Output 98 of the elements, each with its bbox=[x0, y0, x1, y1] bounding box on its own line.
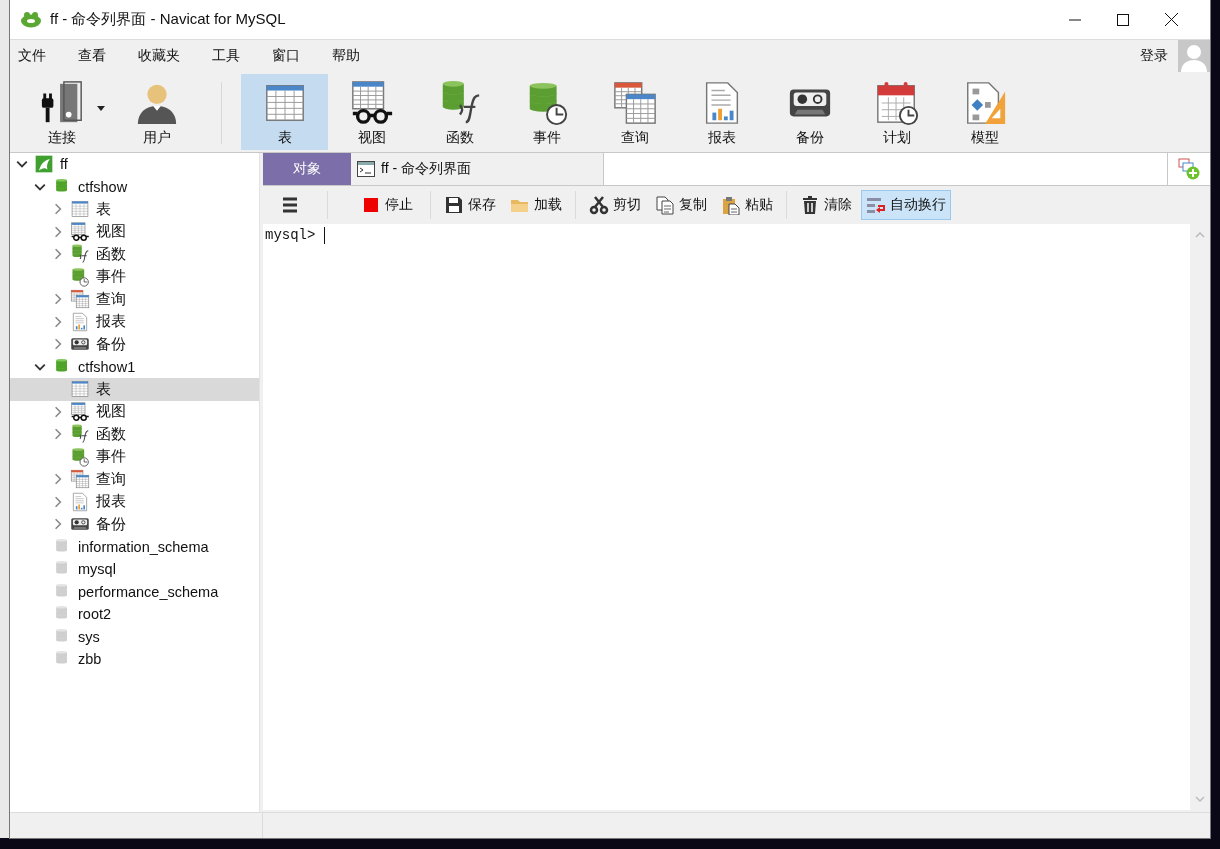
tree-item[interactable]: 报表 bbox=[10, 310, 259, 333]
database-clock-icon bbox=[70, 446, 90, 467]
toolbar-button[interactable]: 加载 bbox=[505, 190, 567, 220]
tree-item[interactable]: information_schema bbox=[10, 535, 259, 558]
table-icon bbox=[70, 199, 90, 220]
tree-item[interactable]: 备份 bbox=[10, 513, 259, 536]
close-icon bbox=[1164, 13, 1178, 26]
stacked-tables-icon bbox=[70, 289, 90, 310]
collapsed-chevron-icon[interactable] bbox=[52, 495, 64, 508]
console-icon bbox=[357, 161, 375, 177]
collapsed-chevron-icon[interactable] bbox=[52, 293, 64, 306]
menu-icon bbox=[280, 195, 300, 215]
tree-item[interactable]: 备份 bbox=[10, 333, 259, 356]
toolbar-button[interactable]: 自动换行 bbox=[861, 190, 951, 220]
collapsed-chevron-icon[interactable] bbox=[52, 405, 64, 418]
console-prompt: mysql> bbox=[265, 227, 316, 243]
copy-icon bbox=[655, 195, 675, 215]
menu-item[interactable]: 窗口 bbox=[270, 47, 316, 65]
toolbar-button[interactable]: 函数 bbox=[416, 74, 503, 150]
tree-item[interactable]: 查询 bbox=[10, 288, 259, 311]
window-title: ff - 命令列界面 - Navicat for MySQL bbox=[50, 10, 287, 29]
dropdown-caret-icon[interactable] bbox=[96, 106, 105, 111]
tree-item[interactable]: mysql bbox=[10, 558, 259, 581]
toolbar-button[interactable]: 模型 bbox=[941, 74, 1028, 150]
glasses-table-icon bbox=[349, 80, 395, 126]
menu-item[interactable]: 工具 bbox=[210, 47, 256, 65]
tab[interactable]: ff - 命令列界面 bbox=[351, 153, 603, 185]
toolbar-button[interactable]: 视图 bbox=[328, 74, 416, 150]
toolbar-button[interactable]: 查询 bbox=[591, 74, 678, 150]
database-function-icon bbox=[70, 424, 90, 445]
collapsed-chevron-icon[interactable] bbox=[52, 315, 64, 328]
collapsed-chevron-icon[interactable] bbox=[52, 428, 64, 441]
toolbar-button[interactable]: 剪切 bbox=[584, 190, 646, 220]
toolbar-button[interactable]: 用户 bbox=[113, 74, 200, 150]
tree-item[interactable]: root2 bbox=[10, 603, 259, 626]
collapsed-chevron-icon[interactable] bbox=[52, 248, 64, 261]
table-add-icon bbox=[1178, 158, 1200, 180]
toolbar-button[interactable]: 报表 bbox=[678, 74, 766, 150]
clipboard-icon bbox=[721, 195, 741, 215]
toolbar-button[interactable]: 粘贴 bbox=[716, 190, 778, 220]
scroll-down-icon[interactable] bbox=[1195, 796, 1205, 802]
glasses-table-icon bbox=[70, 221, 90, 242]
tree-item[interactable]: 函数 bbox=[10, 243, 259, 266]
collapsed-chevron-icon[interactable] bbox=[52, 338, 64, 351]
toolbar-button[interactable]: 表 bbox=[241, 74, 328, 150]
tree-item[interactable]: performance_schema bbox=[10, 580, 259, 603]
tree-item[interactable]: 视图 bbox=[10, 400, 259, 423]
tree-item[interactable]: 视图 bbox=[10, 220, 259, 243]
toolbar-button[interactable]: 保存 bbox=[439, 190, 501, 220]
tree-item[interactable]: ff bbox=[10, 153, 259, 176]
calendar-icon bbox=[874, 80, 920, 126]
trash-icon bbox=[800, 195, 820, 215]
text-cursor bbox=[324, 227, 326, 244]
collapsed-chevron-icon[interactable] bbox=[52, 473, 64, 486]
toolbar-button[interactable]: 停止 bbox=[356, 190, 418, 220]
scroll-up-icon[interactable] bbox=[1195, 232, 1205, 238]
tree-item[interactable]: 函数 bbox=[10, 423, 259, 446]
tab[interactable]: 对象 bbox=[263, 153, 351, 185]
toolbar-button[interactable]: 备份 bbox=[766, 74, 853, 150]
tree-item[interactable]: ctfshow bbox=[10, 175, 259, 198]
report-chart-icon bbox=[70, 491, 90, 512]
tree-item[interactable]: 表 bbox=[10, 198, 259, 221]
collapsed-chevron-icon[interactable] bbox=[52, 203, 64, 216]
collapsed-chevron-icon[interactable] bbox=[52, 225, 64, 238]
scissors-icon bbox=[589, 195, 609, 215]
tree-item[interactable]: 表 bbox=[10, 378, 259, 401]
tree-item[interactable]: 事件 bbox=[10, 445, 259, 468]
menu-item[interactable]: 收藏夹 bbox=[136, 47, 196, 65]
menu-item[interactable]: 文件 bbox=[16, 47, 62, 65]
toolbar-button[interactable]: 清除 bbox=[795, 190, 857, 220]
app-logo-icon bbox=[20, 11, 42, 28]
stacked-tables-icon bbox=[70, 469, 90, 490]
toolbar-button[interactable]: 事件 bbox=[503, 74, 591, 150]
tree-item[interactable]: 报表 bbox=[10, 490, 259, 513]
wrap-lines-icon bbox=[866, 195, 886, 215]
console-editor[interactable]: mysql> bbox=[263, 224, 1210, 810]
toolbar-button[interactable]: 复制 bbox=[650, 190, 712, 220]
stop-icon bbox=[361, 195, 381, 215]
tree-item[interactable]: zbb bbox=[10, 648, 259, 671]
tree-item[interactable]: 事件 bbox=[10, 265, 259, 288]
collapsed-chevron-icon[interactable] bbox=[52, 518, 64, 531]
login-link[interactable]: 登录 bbox=[1140, 47, 1168, 65]
floppy-icon bbox=[444, 195, 464, 215]
stacked-tables-icon bbox=[611, 80, 658, 126]
tree-item[interactable]: ctfshow1 bbox=[10, 355, 259, 378]
toolbar-button[interactable]: 计划 bbox=[853, 74, 941, 150]
database-clock-icon bbox=[70, 266, 90, 287]
toolbar-button[interactable]: 连接 bbox=[18, 74, 105, 150]
menu-item[interactable]: 帮助 bbox=[330, 47, 376, 65]
tree-item[interactable]: sys bbox=[10, 625, 259, 648]
glasses-table-icon bbox=[70, 401, 90, 422]
tree-item[interactable]: 查询 bbox=[10, 468, 259, 491]
menu-item[interactable]: 查看 bbox=[76, 47, 122, 65]
maximize-icon bbox=[1117, 13, 1129, 26]
scrollbar[interactable] bbox=[1190, 224, 1210, 810]
database-function-icon bbox=[70, 244, 90, 265]
report-chart-icon bbox=[70, 311, 90, 332]
table-icon bbox=[70, 379, 90, 400]
